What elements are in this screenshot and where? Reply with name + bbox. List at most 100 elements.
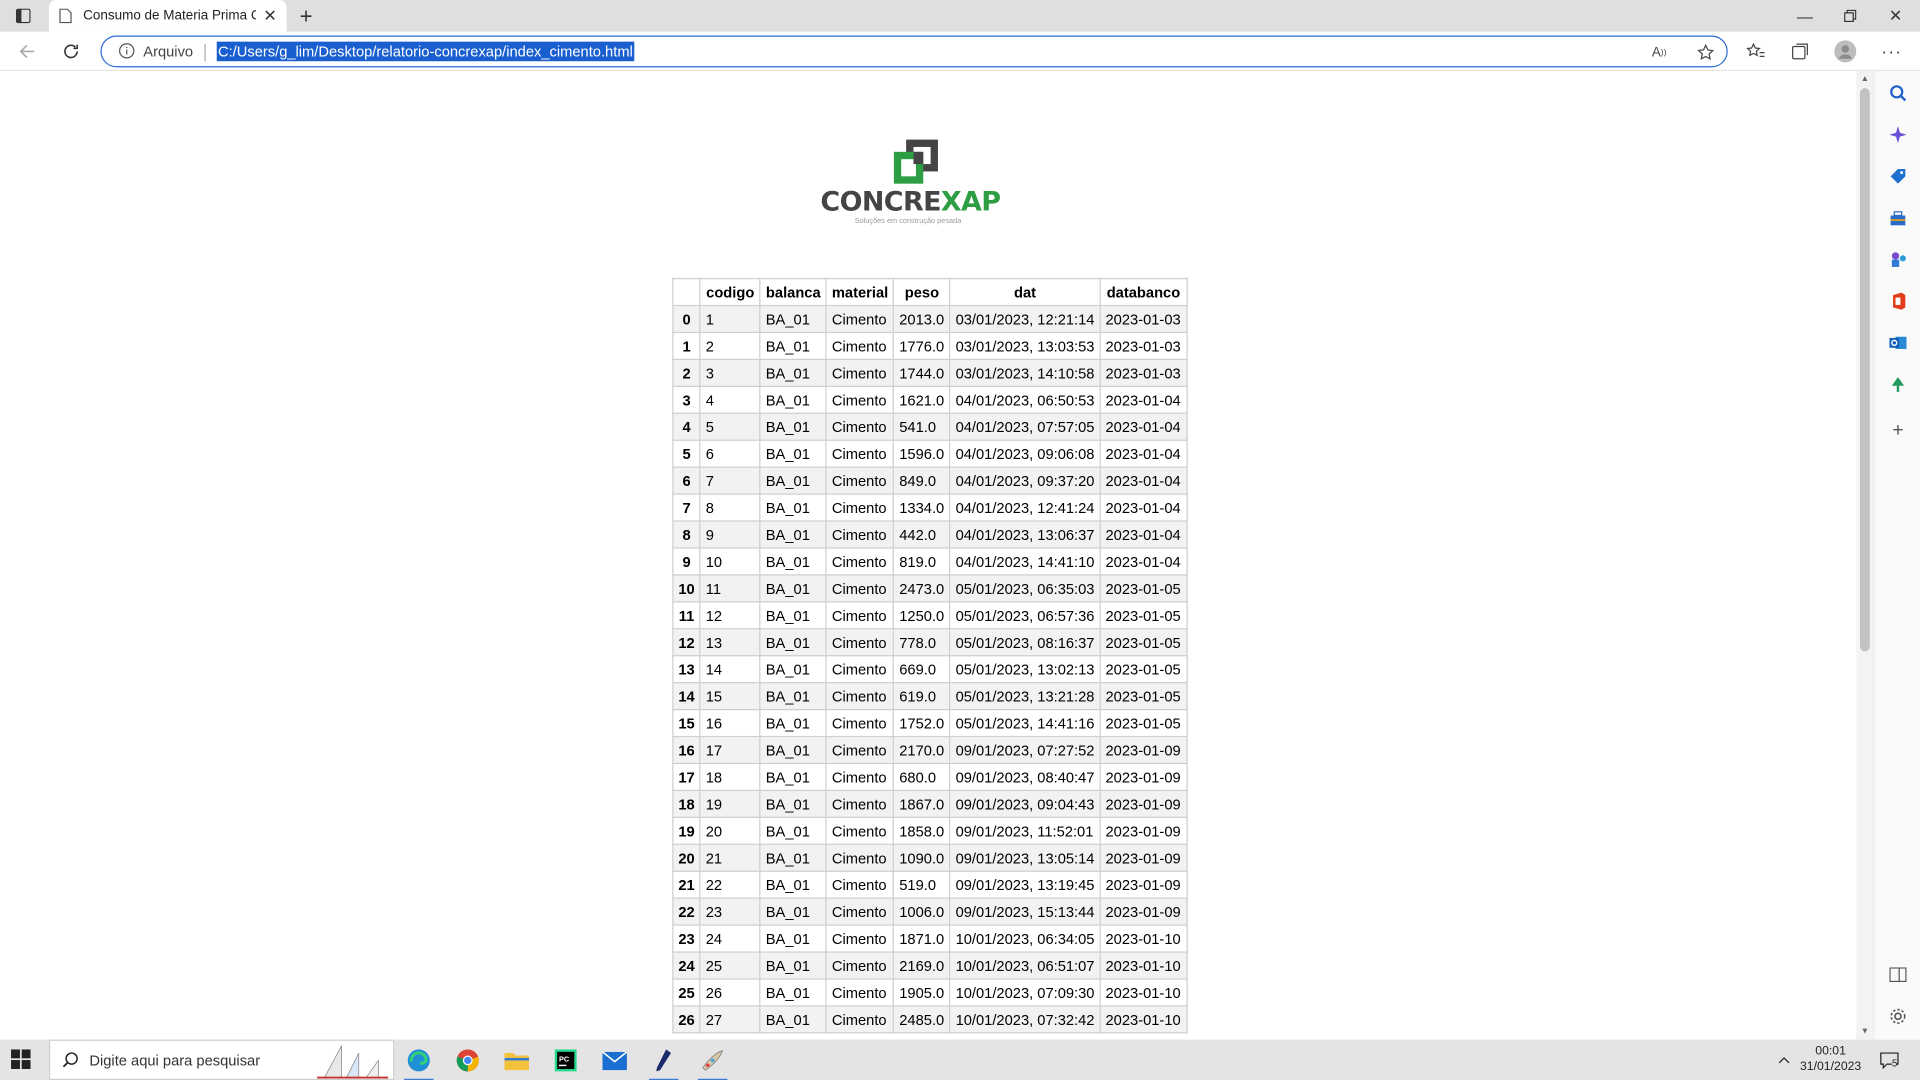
close-window-button[interactable]: ✕ — [1873, 0, 1917, 32]
table-cell: 23 — [699, 897, 761, 926]
file-explorer-icon[interactable] — [497, 1044, 536, 1076]
back-button[interactable] — [12, 37, 41, 66]
table-cell: 2023-01-03 — [1099, 304, 1188, 334]
table-cell: Cimento — [825, 304, 895, 334]
info-icon[interactable] — [119, 43, 136, 60]
more-options-icon[interactable]: ··· — [1877, 37, 1906, 66]
table-cell: 3 — [699, 358, 761, 387]
row-index-cell: 20 — [672, 843, 701, 872]
table-cell: 1006.0 — [893, 897, 951, 926]
minimize-button[interactable]: — — [1783, 0, 1827, 32]
office-icon[interactable] — [1888, 291, 1908, 311]
table-row: 5 6 BA_01 Cimento 1596.0 04/01/2023, 09:06:08… — [672, 439, 1188, 468]
row-index-cell: 2 — [672, 358, 701, 387]
paint-app-icon[interactable] — [693, 1044, 732, 1080]
system-clock[interactable]: 00:01 31/01/2023 — [1790, 1043, 1871, 1075]
sailboat-icon[interactable] — [312, 1043, 393, 1080]
table-cell: Cimento — [825, 1005, 895, 1034]
table-cell: Cimento — [825, 708, 895, 738]
tab-title: Consumo de Materia Prima Conc — [83, 8, 256, 24]
tab-actions-icon[interactable] — [10, 5, 37, 27]
table-cell: Cimento — [825, 547, 895, 576]
restore-button[interactable] — [1828, 0, 1872, 32]
search-icon[interactable] — [1888, 83, 1908, 103]
table-cell: BA_01 — [759, 816, 827, 845]
table-cell: 2473.0 — [893, 574, 951, 603]
tab-close-icon[interactable]: ✕ — [263, 6, 276, 26]
table-cell: 1334.0 — [893, 493, 951, 522]
read-aloud-icon[interactable]: A)) — [1649, 43, 1669, 63]
table-cell: 2023-01-05 — [1099, 655, 1188, 684]
collections-icon[interactable] — [1785, 37, 1814, 66]
table-cell: 26 — [699, 978, 761, 1007]
table-body: 0 1 BA_01 Cimento 2013.0 03/01/2023, 12:21:14… — [672, 304, 1188, 1034]
table-cell: 04/01/2023, 09:06:08 — [949, 439, 1101, 468]
scroll-thumb[interactable] — [1860, 88, 1870, 652]
scroll-down-arrow[interactable]: ▼ — [1859, 1027, 1871, 1037]
edge-browser-icon[interactable] — [399, 1044, 438, 1080]
mail-icon[interactable] — [595, 1044, 634, 1076]
vertical-scrollbar[interactable]: ▲ ▼ — [1856, 71, 1874, 1040]
refresh-button[interactable] — [56, 37, 85, 66]
settings-icon[interactable] — [1888, 1007, 1908, 1027]
split-screen-icon[interactable] — [1888, 965, 1908, 985]
table-cell: Cimento — [825, 735, 895, 765]
outlook-icon[interactable] — [1888, 333, 1908, 353]
copilot-icon[interactable] — [1888, 125, 1908, 145]
table-cell: 04/01/2023, 09:37:20 — [949, 466, 1101, 495]
table-row: 10 11 BA_01 Cimento 2473.0 05/01/2023, 06:35:… — [672, 574, 1188, 603]
favorites-icon[interactable] — [1741, 37, 1770, 66]
table-cell: BA_01 — [759, 331, 827, 361]
games-icon[interactable] — [1888, 250, 1908, 270]
tab-strip: Consumo de Materia Prima Conc ✕ + — ✕ — [0, 0, 1920, 32]
scroll-up-arrow[interactable]: ▲ — [1859, 75, 1871, 85]
table-cell: 1871.0 — [893, 924, 951, 953]
shopping-tag-icon[interactable] — [1888, 167, 1908, 187]
table-cell: 2023-01-10 — [1099, 1005, 1188, 1034]
table-cell: 09/01/2023, 13:05:14 — [949, 843, 1101, 872]
table-cell: 541.0 — [893, 412, 951, 441]
tree-icon[interactable] — [1888, 375, 1908, 395]
table-cell: BA_01 — [759, 574, 827, 603]
table-header-row: codigo balanca material peso dat databan… — [672, 277, 1188, 307]
table-row: 2 3 BA_01 Cimento 1744.0 03/01/2023, 14:10:58… — [672, 358, 1188, 387]
table-cell: BA_01 — [759, 520, 827, 549]
table-cell: BA_01 — [759, 708, 827, 738]
table-cell: 11 — [699, 574, 761, 603]
row-index-cell: 25 — [672, 978, 701, 1007]
row-index-cell: 14 — [672, 682, 701, 711]
notification-center-icon[interactable]: 5 — [1876, 1040, 1903, 1080]
table-cell: 14 — [699, 655, 761, 684]
table-row: 21 22 BA_01 Cimento 519.0 09/01/2023, 13:19:4… — [672, 870, 1188, 899]
windows-start-icon[interactable] — [11, 1049, 33, 1071]
table-cell: 04/01/2023, 06:50:53 — [949, 385, 1101, 414]
table-cell: 2023-01-10 — [1099, 978, 1188, 1007]
new-tab-button[interactable]: + — [294, 4, 318, 28]
table-cell: 05/01/2023, 06:57:36 — [949, 601, 1101, 630]
table-cell: BA_01 — [759, 547, 827, 576]
table-cell: Cimento — [825, 628, 895, 657]
table-cell: 17 — [699, 735, 761, 765]
row-index-cell: 7 — [672, 493, 701, 522]
profile-avatar[interactable] — [1831, 37, 1860, 66]
table-row: 9 10 BA_01 Cimento 819.0 04/01/2023, 14:41:10… — [672, 547, 1188, 576]
url-text[interactable]: C:/Users/g_lim/Desktop/relatorio-concrex… — [216, 41, 635, 62]
logo-word-part2: XAP — [940, 187, 1001, 218]
table-cell: BA_01 — [759, 412, 827, 441]
table-cell: BA_01 — [759, 870, 827, 899]
table-cell: Cimento — [825, 897, 895, 926]
taskbar-search[interactable]: Digite aqui para pesquisar — [48, 1039, 395, 1080]
table-cell: BA_01 — [759, 466, 827, 495]
table-cell: 16 — [699, 708, 761, 738]
search-icon — [62, 1052, 79, 1069]
table-cell: 2023-01-04 — [1099, 520, 1188, 549]
active-tab[interactable]: Consumo de Materia Prima Conc ✕ — [48, 0, 287, 32]
pycharm-icon[interactable]: PC — [546, 1044, 585, 1076]
address-bar[interactable]: Arquivo C:/Users/g_lim/Desktop/relatorio… — [100, 35, 1728, 68]
table-cell: 2023-01-04 — [1099, 412, 1188, 441]
toolbox-icon[interactable] — [1888, 208, 1908, 228]
add-favorite-icon[interactable] — [1696, 43, 1716, 63]
chrome-browser-icon[interactable] — [448, 1044, 487, 1076]
add-icon[interactable]: + — [1888, 420, 1908, 441]
pen-app-icon[interactable] — [644, 1044, 683, 1080]
